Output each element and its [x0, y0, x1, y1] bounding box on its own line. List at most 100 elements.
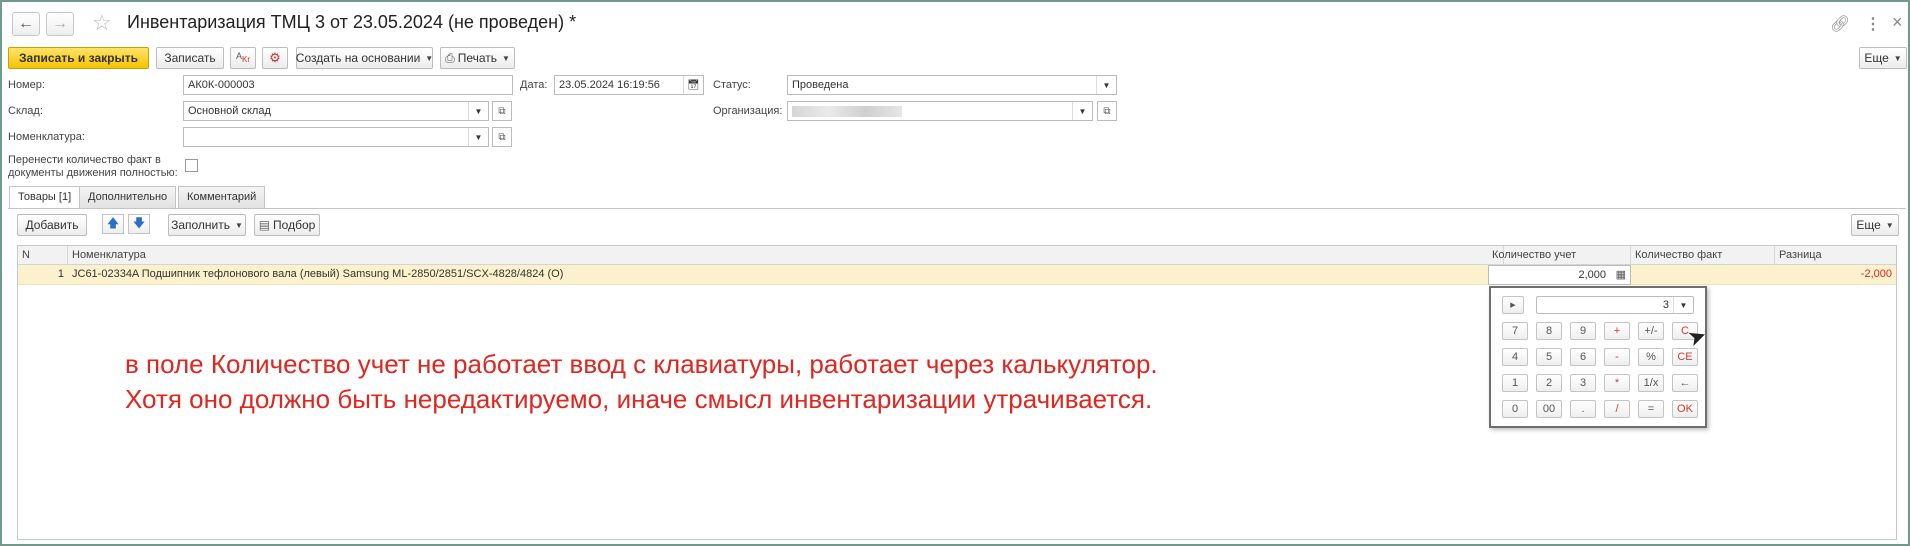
status-field[interactable]: Проведена ▼	[787, 75, 1117, 95]
calc-key-0[interactable]: 0	[1502, 400, 1528, 418]
move-up-button[interactable]: 🡅	[102, 214, 124, 234]
calc-key-reciprocal[interactable]: 1/x	[1638, 374, 1664, 392]
status-label: Статус:	[713, 79, 751, 91]
table-row[interactable]: 1 JC61-02334A Подшипник тефлонового вала…	[18, 265, 1896, 285]
calc-key-double-zero[interactable]: 00	[1536, 400, 1562, 418]
selection-icon: ▤	[258, 218, 271, 232]
calc-key-backspace[interactable]: ←	[1672, 374, 1698, 392]
select-label: Подбор	[273, 218, 316, 232]
organization-value-blurred	[792, 106, 902, 117]
calc-key-divide[interactable]: /	[1604, 400, 1630, 418]
annotation-line-1: в поле Количество учет не работает ввод …	[125, 349, 1158, 379]
calculator-icon[interactable]: ▦	[1616, 268, 1626, 281]
open-organization-button[interactable]: ⧉	[1097, 101, 1117, 121]
calculator-popup: ▶ 3 ▼ 7 8 9 + +/- C 4 5 6-% CE 1 2 3 * 1/x ← 0 00. / = OK	[1489, 286, 1707, 428]
row-qty-fact[interactable]	[1631, 265, 1775, 285]
calc-key-8[interactable]: 8	[1536, 322, 1562, 340]
column-header-qty-fact[interactable]: Количество факт	[1631, 246, 1775, 265]
spell-check-icon: AKr	[236, 51, 251, 64]
open-warehouse-button[interactable]: ⧉	[492, 101, 512, 121]
row-nomenclature[interactable]: JC61-02334A Подшипник тефлонового вала (…	[68, 265, 1488, 285]
close-icon[interactable]: ×	[1892, 12, 1903, 33]
calc-key-percent[interactable]: %	[1638, 348, 1664, 366]
calc-key-4[interactable]: 4	[1502, 348, 1528, 366]
chevron-down-icon[interactable]: ▼	[1673, 297, 1693, 313]
print-button[interactable]: ⎙ Печать ▼	[440, 47, 515, 69]
tab-additional[interactable]: Дополнительно	[79, 186, 177, 208]
table-header: N Номенклатура Количество учет Количеств…	[18, 246, 1896, 265]
create-based-on-button[interactable]: Создать на основании ▼	[296, 47, 433, 69]
select-button[interactable]: ▤ Подбор	[254, 214, 320, 236]
calc-key-ok[interactable]: OK	[1672, 400, 1698, 418]
tab-comment[interactable]: Комментарий	[178, 186, 266, 208]
column-header-n[interactable]: N	[18, 246, 68, 265]
annotation-line-2: Хотя оно должно быть нередактируемо, ина…	[125, 384, 1153, 414]
organization-field[interactable]: ▼	[787, 101, 1093, 121]
calc-key-equals[interactable]: =	[1638, 400, 1664, 418]
transfer-label-line1: Перенести количество факт в	[8, 154, 161, 166]
tab-goods[interactable]: Товары [1]	[9, 186, 81, 209]
calculator-menu-button[interactable]: ▶	[1502, 296, 1524, 314]
calc-key-7[interactable]: 7	[1502, 322, 1528, 340]
column-header-qty-account[interactable]: Количество учет	[1488, 246, 1631, 265]
table-more-label: Еще	[1856, 218, 1881, 232]
tab-divider	[8, 208, 1906, 209]
column-header-nomenclature[interactable]: Номенклатура	[68, 246, 1504, 265]
number-field[interactable]: АК0К-000003	[183, 75, 513, 95]
date-value: 23.05.2024 16:19:56	[559, 79, 660, 91]
forward-button[interactable]: →	[46, 12, 74, 36]
calc-key-multiply[interactable]: *	[1604, 374, 1630, 392]
create-based-label: Создать на основании	[295, 51, 421, 65]
transfer-label-line2: документы движения полностью:	[8, 167, 178, 179]
chevron-down-icon[interactable]: ▼	[1072, 102, 1092, 120]
fill-label: Заполнить	[171, 218, 230, 232]
calc-key-6[interactable]: 6	[1570, 348, 1596, 366]
open-icon: ⧉	[1103, 105, 1111, 117]
calculator-display[interactable]: 3 ▼	[1536, 296, 1694, 314]
triangle-right-icon: ▶	[1510, 302, 1516, 309]
open-nomenclature-button[interactable]: ⧉	[492, 127, 512, 147]
qty-account-input[interactable]: 2,000 ▦	[1488, 265, 1631, 285]
chevron-down-icon[interactable]: ▼	[1096, 76, 1116, 94]
calendar-icon[interactable]: 📅︎	[683, 76, 703, 94]
calc-key-minus[interactable]: -	[1604, 348, 1630, 366]
chevron-down-icon: ▼	[1893, 53, 1902, 63]
calc-key-dot[interactable]: .	[1570, 400, 1596, 418]
spelling-check-button[interactable]: AKr	[230, 47, 256, 69]
save-and-close-button[interactable]: Записать и закрыть	[8, 47, 149, 69]
calc-key-9[interactable]: 9	[1570, 322, 1596, 340]
move-down-button[interactable]: 🡇	[128, 214, 150, 234]
add-button[interactable]: Добавить	[17, 214, 87, 236]
star-icon[interactable]: ☆	[92, 10, 112, 36]
more-button[interactable]: Еще ▼	[1859, 47, 1907, 69]
more-vertical-icon[interactable]: ⋮	[1865, 14, 1881, 34]
transfer-quantity-checkbox[interactable]	[185, 159, 198, 172]
open-icon: ⧉	[498, 131, 506, 143]
number-label: Номер:	[8, 79, 45, 91]
column-header-difference[interactable]: Разница	[1775, 246, 1896, 265]
qty-account-value: 2,000	[1578, 269, 1606, 281]
calc-key-sign[interactable]: +/-	[1638, 322, 1664, 340]
warehouse-field[interactable]: Основной склад ▼	[183, 101, 489, 121]
chevron-down-icon[interactable]: ▼	[468, 128, 488, 146]
back-button[interactable]: ←	[12, 12, 40, 36]
nomenclature-label: Номенклатура:	[8, 131, 85, 143]
table-more-button[interactable]: Еще ▼	[1851, 214, 1899, 236]
nomenclature-field[interactable]: ▼	[183, 127, 489, 147]
calc-key-plus[interactable]: +	[1604, 322, 1630, 340]
save-button[interactable]: Записать	[156, 47, 224, 69]
date-field[interactable]: 23.05.2024 16:19:56 📅︎	[554, 75, 704, 95]
calc-key-3[interactable]: 3	[1570, 374, 1596, 392]
calc-key-2[interactable]: 2	[1536, 374, 1562, 392]
structure-button[interactable]: ⚙	[262, 47, 288, 69]
row-difference: -2,000	[1860, 268, 1892, 280]
printer-icon: ⎙	[445, 50, 455, 65]
fill-button[interactable]: Заполнить ▼	[168, 214, 246, 236]
calc-key-5[interactable]: 5	[1536, 348, 1562, 366]
chevron-down-icon[interactable]: ▼	[468, 102, 488, 120]
calc-key-1[interactable]: 1	[1502, 374, 1528, 392]
chevron-down-icon: ▼	[502, 53, 510, 63]
status-value: Проведена	[792, 79, 849, 91]
link-icon[interactable]: 🔗︎	[1830, 14, 1850, 34]
row-number: 1	[57, 268, 64, 280]
